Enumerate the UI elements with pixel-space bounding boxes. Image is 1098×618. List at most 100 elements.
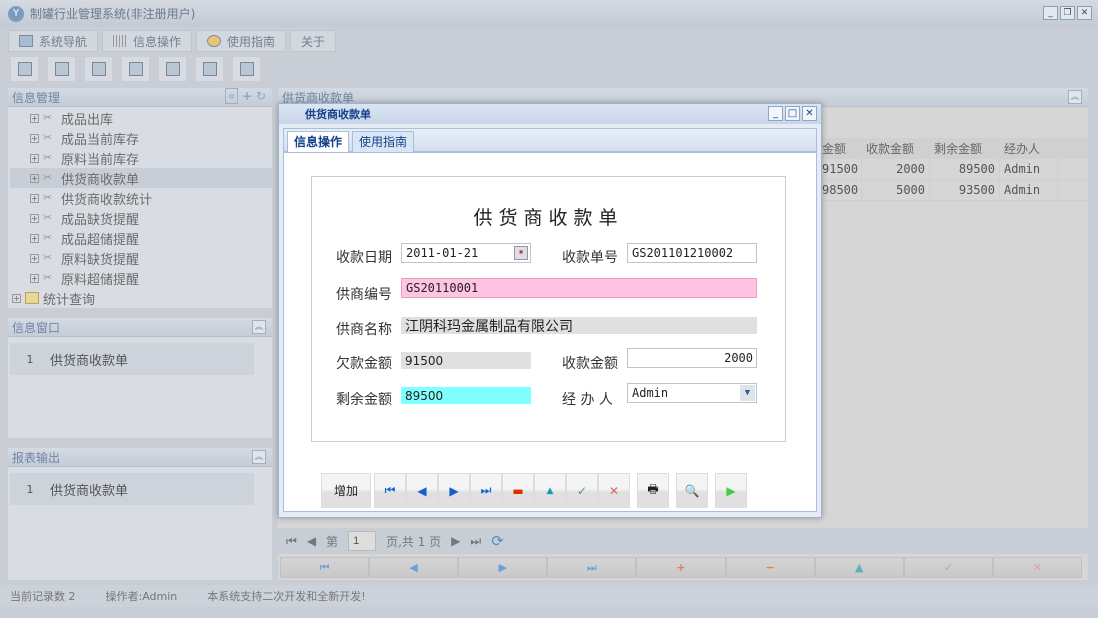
preview-icon <box>18 62 32 76</box>
close-icon[interactable]: ✕ <box>802 106 817 121</box>
first-page-icon[interactable]: ⏮ <box>286 534 297 549</box>
tools-icon: ✂ <box>43 192 57 204</box>
edit-button[interactable]: ▲ <box>534 473 566 508</box>
expand-icon[interactable]: + <box>30 114 39 123</box>
collapse-icon[interactable]: ︽ <box>1068 90 1082 104</box>
last-button[interactable]: ⏭ <box>470 473 502 508</box>
tab-system-nav[interactable]: 系统导航 <box>8 30 98 52</box>
collapse-icon[interactable]: ︽ <box>252 450 266 464</box>
column-header[interactable]: 收款金额 <box>862 138 930 158</box>
prev-button[interactable]: ◀ <box>406 473 438 508</box>
tree-item[interactable]: +✂成品缺货提醒 <box>10 208 272 228</box>
print-button[interactable]: 🖶 <box>637 473 669 508</box>
table-row[interactable]: 91500 2000 89500 Admin <box>818 159 1088 180</box>
tree-item[interactable]: +✂成品出库 <box>10 108 272 128</box>
cell: 98500 <box>818 180 862 200</box>
status-bar: 当前记录数 2 操作者:Admin 本系统支持二次开发和全新开发! <box>0 585 1098 607</box>
first-button[interactable]: ⏮ <box>374 473 406 508</box>
refresh-icon[interactable]: ↻ <box>256 89 266 103</box>
refresh-icon[interactable]: ⟳ <box>491 532 504 550</box>
date-field[interactable]: 2011-01-21 ▪ <box>401 243 531 263</box>
chevron-down-icon[interactable]: ▼ <box>740 385 755 401</box>
delete-record-button[interactable]: − <box>726 557 815 578</box>
receipt-no-field[interactable]: GS201101210002 <box>627 243 757 263</box>
tab-info-ops[interactable]: 信息操作 <box>287 131 349 152</box>
next-page-icon[interactable]: ▶ <box>451 534 460 548</box>
window-controls: _❐✕ <box>1043 6 1092 20</box>
add-icon[interactable]: + <box>242 89 252 103</box>
tab-guide[interactable]: 使用指南 <box>352 131 414 152</box>
tree-item[interactable]: +✂原料当前库存 <box>10 148 272 168</box>
cancel-button[interactable]: ✕ <box>598 473 630 508</box>
expand-icon[interactable]: + <box>30 154 39 163</box>
prev-record-button[interactable]: ◀ <box>369 557 458 578</box>
tree-folder[interactable]: + 统计查询 <box>10 288 272 308</box>
list-item[interactable]: 1供货商收款单 <box>10 343 254 375</box>
minimize-icon[interactable]: _ <box>768 106 783 121</box>
close-icon[interactable]: ✕ <box>1077 6 1092 20</box>
minimize-icon[interactable]: _ <box>1043 6 1058 20</box>
list-button[interactable] <box>47 56 76 82</box>
dialog-controls: _□✕ <box>768 106 817 121</box>
expand-icon[interactable]: + <box>30 234 39 243</box>
user-button[interactable] <box>121 56 150 82</box>
tree-item[interactable]: +✂原料缺货提醒 <box>10 248 272 268</box>
last-page-icon[interactable]: ⏭ <box>470 534 481 549</box>
add-button[interactable]: 增加 <box>321 473 371 508</box>
tree-label: 统计查询 <box>43 289 95 308</box>
table-row[interactable]: 98500 5000 93500 Admin <box>818 180 1088 201</box>
calendar-icon[interactable]: ▪ <box>514 246 528 260</box>
column-header[interactable]: 金额 <box>818 138 862 158</box>
tools-icon: ✂ <box>43 252 57 264</box>
cell: 93500 <box>930 180 1000 200</box>
preview-button[interactable] <box>10 56 39 82</box>
expand-icon[interactable]: + <box>30 214 39 223</box>
tree-item[interactable]: +✂原料超储提醒 <box>10 268 272 288</box>
tree-label: 供货商收款统计 <box>61 189 152 208</box>
expand-icon[interactable]: + <box>30 134 39 143</box>
monitor-button[interactable] <box>158 56 187 82</box>
tree-item[interactable]: + ✂ 供货商收款统计 <box>10 188 272 208</box>
expand-icon[interactable]: + <box>30 254 39 263</box>
paid-field[interactable]: 2000 <box>627 348 757 368</box>
tree-label: 供货商收款单 <box>61 169 139 188</box>
restore-icon[interactable]: ❐ <box>1060 6 1075 20</box>
run-button[interactable]: ▶ <box>715 473 747 508</box>
tree-item[interactable]: +✂成品当前库存 <box>10 128 272 148</box>
handler-select[interactable]: Admin▼ <box>627 383 757 403</box>
tab-about[interactable]: 关于 <box>290 30 336 52</box>
prev-page-icon[interactable]: ◀ <box>307 534 316 548</box>
expand-icon[interactable]: + <box>30 174 39 183</box>
tree-item[interactable]: +✂成品超储提醒 <box>10 228 272 248</box>
next-button[interactable]: ▶ <box>438 473 470 508</box>
page-input[interactable] <box>348 531 376 551</box>
delete-button[interactable]: ▬ <box>502 473 534 508</box>
collapse-icon[interactable]: ︽ <box>252 320 266 334</box>
add-record-button[interactable]: + <box>636 557 725 578</box>
column-header[interactable]: 剩余金额 <box>930 138 1000 158</box>
supplier-code-field[interactable]: GS20110001 <box>401 278 757 298</box>
expand-icon[interactable]: + <box>30 274 39 283</box>
next-record-button[interactable]: ▶ <box>458 557 547 578</box>
expand-icon[interactable]: + <box>30 194 39 203</box>
maximize-icon[interactable]: □ <box>785 106 800 121</box>
cancel-record-button[interactable]: ✕ <box>993 557 1082 578</box>
tab-info-ops[interactable]: 信息操作 <box>102 30 192 52</box>
print-button[interactable] <box>232 56 261 82</box>
save-button[interactable]: ✓ <box>566 473 598 508</box>
export-button[interactable] <box>195 56 224 82</box>
document-button[interactable] <box>84 56 113 82</box>
list-item[interactable]: 1供货商收款单 <box>10 473 254 505</box>
grid-button-bar: ⏮ ◀ ▶ ⏭ + − ▲ ✓ ✕ <box>280 557 1082 578</box>
first-record-button[interactable]: ⏮ <box>280 557 369 578</box>
tree-item-selected[interactable]: +✂供货商收款单 <box>10 168 272 188</box>
last-record-button[interactable]: ⏭ <box>547 557 636 578</box>
collapse-left-icon[interactable]: « <box>225 88 238 104</box>
save-record-button[interactable]: ✓ <box>904 557 993 578</box>
column-header[interactable]: 经办人 <box>1000 138 1058 158</box>
edit-record-button[interactable]: ▲ <box>815 557 904 578</box>
preview-button[interactable]: 🔍 <box>676 473 708 508</box>
expand-icon[interactable]: + <box>12 294 21 303</box>
date-value: 2011-01-21 <box>406 246 478 260</box>
tab-guide[interactable]: 使用指南 <box>196 30 286 52</box>
